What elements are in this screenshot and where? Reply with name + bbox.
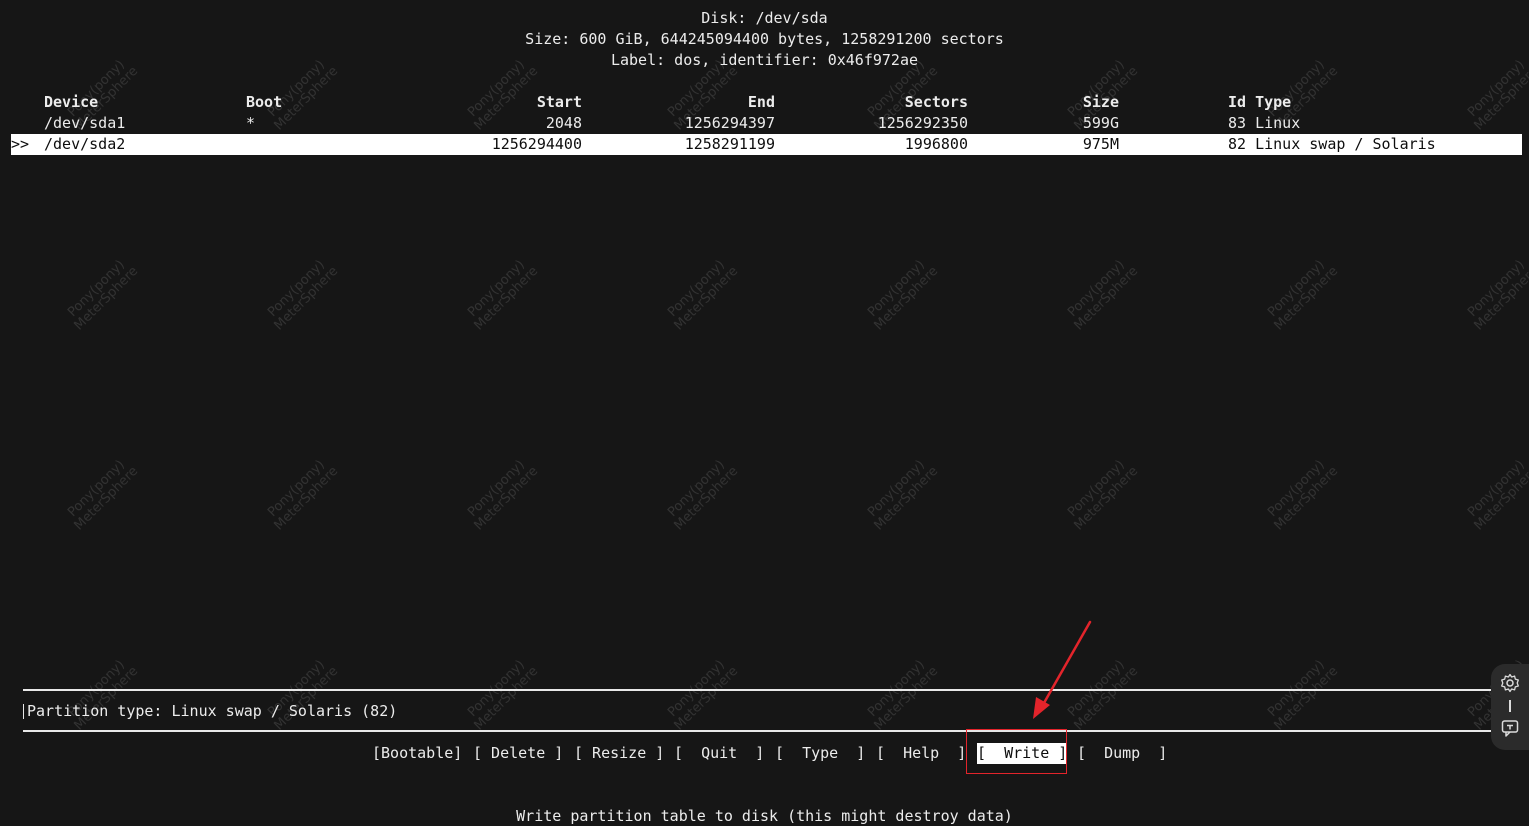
toolbar-divider — [1509, 700, 1511, 712]
row-size: 975M — [1082, 135, 1119, 153]
watermark-text: Pony(pony) MeterSphere — [465, 457, 542, 534]
column-start: Start — [536, 93, 582, 111]
row-end: 1258291199 — [684, 135, 775, 153]
status-frame-edge — [23, 704, 24, 719]
row-sectors: 1996800 — [904, 135, 968, 153]
watermark-text: Pony(pony) MeterSphere — [1265, 457, 1342, 534]
table-header: Device Boot Start End Sectors Size Id Ty… — [11, 92, 1522, 113]
column-device: Device — [44, 93, 99, 111]
row-id-type: 83 Linux — [1228, 114, 1301, 132]
row-size: 599G — [1082, 114, 1119, 132]
watermark-text: Pony(pony) MeterSphere — [65, 257, 142, 334]
watermark-text: Pony(pony) MeterSphere — [1465, 457, 1529, 534]
annotation-highlight-box — [966, 729, 1067, 774]
column-id-type: Id Type — [1228, 93, 1292, 111]
row-device: /dev/sda2 — [44, 135, 126, 153]
action-hint: Write partition table to disk (this migh… — [516, 807, 1013, 825]
gear-icon[interactable] — [1500, 673, 1520, 693]
watermark-text: Pony(pony) MeterSphere — [865, 457, 942, 534]
row-sectors: 1256292350 — [877, 114, 968, 132]
annotation-arrow-icon — [1033, 620, 1092, 719]
resize-button[interactable]: [ Resize ] — [574, 743, 664, 764]
column-end: End — [747, 93, 775, 111]
row-id-type: 82 Linux swap / Solaris — [1228, 135, 1436, 153]
disk-label: Label: dos, identifier: 0x46f972ae — [610, 51, 919, 69]
feedback-icon[interactable] — [1500, 718, 1520, 738]
status-frame: Partition type: Linux swap / Solaris (82… — [23, 689, 1518, 732]
row-device: /dev/sda1 — [44, 114, 126, 132]
watermark-text: Pony(pony) MeterSphere — [1065, 257, 1142, 334]
watermark-text: Pony(pony) MeterSphere — [1465, 257, 1529, 334]
column-sectors: Sectors — [904, 93, 968, 111]
table-row[interactable]: /dev/sda1 * 2048 1256294397 1256292350 5… — [11, 113, 1522, 134]
type-button[interactable]: [ Type ] — [775, 743, 865, 764]
row-end: 1256294397 — [684, 114, 775, 132]
disk-name: Disk: /dev/sda — [701, 9, 828, 27]
quit-button[interactable]: [ Quit ] — [674, 743, 764, 764]
side-toolbar — [1491, 664, 1529, 750]
delete-button[interactable]: [ Delete ] — [473, 743, 563, 764]
disk-size: Size: 600 GiB, 644245094400 bytes, 12582… — [525, 30, 1004, 48]
watermark-text: Pony(pony) MeterSphere — [265, 457, 342, 534]
partition-type-status: Partition type: Linux swap / Solaris (82… — [27, 702, 398, 720]
watermark-text: Pony(pony) MeterSphere — [1065, 457, 1142, 534]
watermark-text: Pony(pony) MeterSphere — [665, 457, 742, 534]
watermark-text: Pony(pony) MeterSphere — [865, 257, 942, 334]
bootable-button[interactable]: [Bootable] — [372, 743, 462, 764]
watermark-text: Pony(pony) MeterSphere — [665, 257, 742, 334]
watermark-text: Pony(pony) MeterSphere — [265, 257, 342, 334]
watermark-text: Pony(pony) MeterSphere — [65, 457, 142, 534]
row-start: 2048 — [545, 114, 582, 132]
watermark-text: Pony(pony) MeterSphere — [1265, 257, 1342, 334]
table-row-selected[interactable]: >> /dev/sda2 1256294400 1258291199 19968… — [11, 134, 1522, 155]
dump-button[interactable]: [ Dump ] — [1077, 743, 1167, 764]
column-size: Size — [1082, 93, 1119, 111]
column-boot: Boot — [246, 93, 283, 111]
row-boot-flag: * — [246, 114, 256, 132]
help-button[interactable]: [ Help ] — [876, 743, 966, 764]
row-cursor: >> — [11, 135, 30, 153]
row-start: 1256294400 — [491, 135, 582, 153]
watermark-text: Pony(pony) MeterSphere — [465, 257, 542, 334]
